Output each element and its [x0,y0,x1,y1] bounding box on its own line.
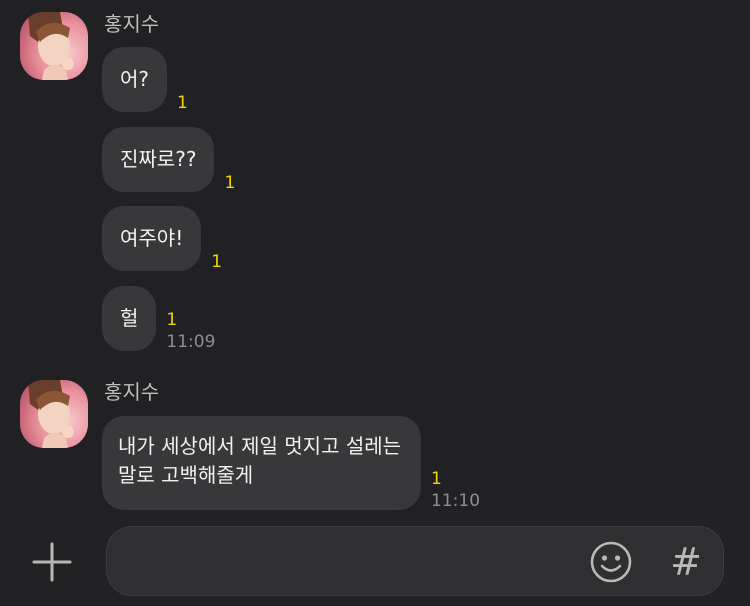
unread-count: 1 [177,93,188,113]
message-bubble[interactable]: 진짜로?? [102,127,215,192]
message-input-bar: # [0,518,750,606]
sender-name: 홍지수 [104,12,160,36]
plus-icon[interactable] [32,542,72,582]
message-meta: 1 [211,251,222,273]
message-meta: 1 11:09 [166,309,215,353]
message-meta: 1 11:10 [431,468,480,512]
unread-count: 1 [211,252,223,272]
sender-name: 홍지수 [104,380,160,404]
message-input[interactable] [127,545,571,579]
message-row: 헐 1 11:09 [102,286,215,353]
message-bubble[interactable]: 헐 [102,286,157,351]
message-bubble[interactable]: 여주야! [102,206,202,271]
unread-count: 1 [166,310,178,330]
message-bubble[interactable]: 내가 세상에서 제일 멋지고 설레는 말로 고백해줄게 [102,416,422,510]
message-row: 내가 세상에서 제일 멋지고 설레는 말로 고백해줄게 1 11:10 [102,416,480,512]
hashtag-icon[interactable]: # [663,539,709,585]
chat-area: 홍지수 어? 1 진짜로?? 1 여주야! 1 헐 1 11:09 홍지수 내가… [0,0,750,518]
sender-avatar[interactable] [20,380,88,448]
message-row: 여주야! 1 [102,206,222,273]
message-meta: 1 [224,172,235,194]
sender-avatar[interactable] [20,12,88,80]
unread-count: 1 [431,469,442,489]
message-row: 어? 1 [102,47,188,114]
emoticon-icon[interactable] [589,540,633,584]
message-time: 11:10 [431,491,481,511]
message-input-field[interactable]: # [106,526,724,596]
message-row: 진짜로?? 1 [102,127,235,194]
message-meta: 1 [177,92,188,114]
message-bubble[interactable]: 어? [102,47,168,112]
unread-count: 1 [224,173,236,193]
message-time: 11:09 [166,332,216,352]
